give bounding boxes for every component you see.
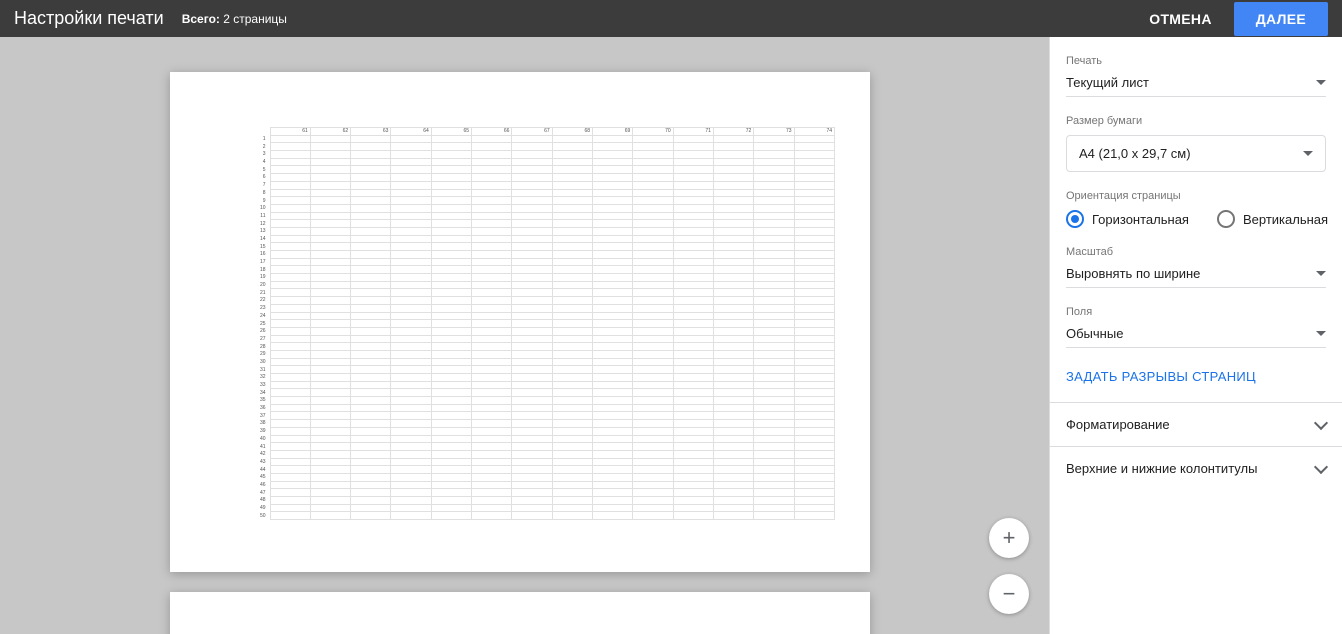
scale-label: Масштаб (1066, 246, 1326, 258)
paper-size-dropdown[interactable]: A4 (21,0 x 29,7 см) (1066, 135, 1326, 172)
next-button[interactable]: ДАЛЕЕ (1234, 2, 1328, 36)
spreadsheet-grid: 6162636465666768697071727374123456789101… (215, 127, 835, 520)
chevron-down-icon (1314, 415, 1328, 429)
orientation-vertical-label: Вертикальная (1243, 212, 1328, 227)
preview-page-2 (170, 592, 870, 634)
print-label: Печать (1066, 55, 1326, 67)
paper-value: A4 (21,0 x 29,7 см) (1079, 146, 1191, 161)
margins-label: Поля (1066, 306, 1326, 318)
page-title: Настройки печати (14, 8, 164, 29)
print-value: Текущий лист (1066, 75, 1149, 90)
topbar: Настройки печати Всего: 2 страницы ОТМЕН… (0, 0, 1342, 37)
print-dropdown[interactable]: Текущий лист (1066, 75, 1326, 97)
settings-sidebar: Печать Текущий лист Размер бумаги A4 (21… (1049, 37, 1342, 634)
total-value: 2 страницы (223, 12, 287, 26)
orientation-label: Ориентация страницы (1066, 190, 1326, 202)
dropdown-icon (1316, 271, 1326, 276)
preview-page-1: 6162636465666768697071727374123456789101… (170, 72, 870, 572)
orientation-vertical-radio[interactable]: Вертикальная (1217, 210, 1328, 228)
formatting-label: Форматирование (1066, 417, 1170, 432)
paper-label: Размер бумаги (1066, 115, 1326, 127)
radio-selected-icon (1066, 210, 1084, 228)
orientation-horizontal-label: Горизонтальная (1092, 212, 1189, 227)
radio-unselected-icon (1217, 210, 1235, 228)
zoom-in-button[interactable]: + (989, 518, 1029, 558)
total-label: Всего: (182, 12, 220, 26)
zoom-controls: + − (989, 518, 1029, 614)
margins-dropdown[interactable]: Обычные (1066, 326, 1326, 348)
orientation-horizontal-radio[interactable]: Горизонтальная (1066, 210, 1189, 228)
chevron-down-icon (1314, 459, 1328, 473)
page-count: Всего: 2 страницы (182, 12, 287, 26)
preview-area: 6162636465666768697071727374123456789101… (0, 37, 1049, 634)
page-breaks-link[interactable]: ЗАДАТЬ РАЗРЫВЫ СТРАНИЦ (1066, 369, 1256, 384)
headers-footers-expand[interactable]: Верхние и нижние колонтитулы (1050, 446, 1342, 490)
cancel-button[interactable]: ОТМЕНА (1133, 3, 1227, 35)
dropdown-icon (1316, 331, 1326, 336)
dropdown-icon (1303, 151, 1313, 156)
headers-label: Верхние и нижние колонтитулы (1066, 461, 1257, 476)
zoom-out-button[interactable]: − (989, 574, 1029, 614)
scale-value: Выровнять по ширине (1066, 266, 1200, 281)
dropdown-icon (1316, 80, 1326, 85)
formatting-expand[interactable]: Форматирование (1050, 402, 1342, 446)
margins-value: Обычные (1066, 326, 1123, 341)
scale-dropdown[interactable]: Выровнять по ширине (1066, 266, 1326, 288)
